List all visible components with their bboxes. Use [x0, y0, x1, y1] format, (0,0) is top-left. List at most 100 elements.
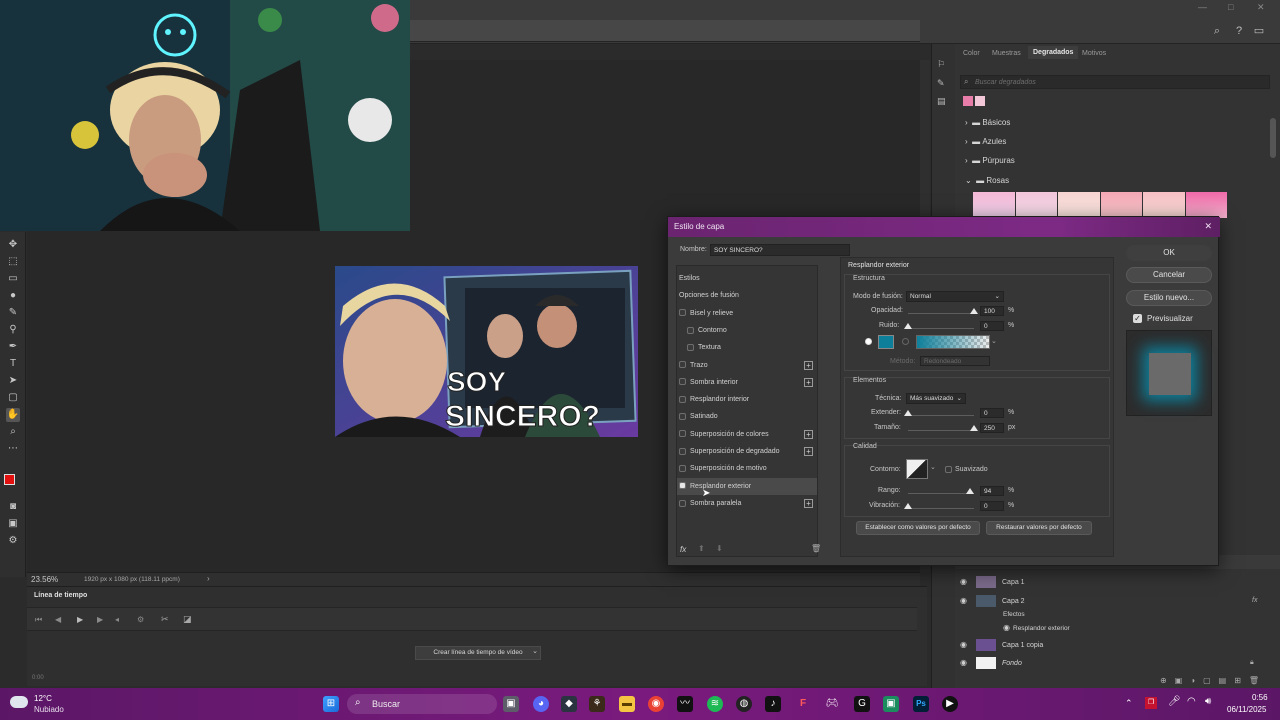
- app-icon[interactable]: ▣: [883, 696, 899, 712]
- noise-slider[interactable]: [908, 328, 974, 329]
- cancel-button[interactable]: Cancelar: [1126, 267, 1212, 283]
- media-play-icon[interactable]: ▶: [942, 696, 958, 712]
- more-icon[interactable]: ⋯: [6, 442, 20, 456]
- gradient-radio[interactable]: [902, 338, 909, 345]
- style-item[interactable]: Trazo +: [677, 357, 817, 374]
- size-input[interactable]: 250: [980, 423, 1004, 433]
- style-checkbox[interactable]: [679, 464, 686, 472]
- set-default-button[interactable]: Establecer como valores por defecto: [856, 521, 980, 535]
- tab-swatches[interactable]: Muestras: [992, 50, 1021, 57]
- style-item[interactable]: Superposición de degradado +: [677, 443, 817, 460]
- tab-patterns[interactable]: Motivos: [1082, 50, 1106, 57]
- style-item[interactable]: Superposición de colores +: [677, 426, 817, 443]
- blend-mode-select[interactable]: Normal ⌄: [906, 291, 1004, 302]
- add-style-icon[interactable]: +: [804, 447, 813, 456]
- status-arrow-icon[interactable]: ›: [207, 574, 210, 583]
- style-item[interactable]: Textura: [677, 339, 817, 356]
- foreground-color-swatch[interactable]: [4, 474, 15, 485]
- move-down-icon[interactable]: ⬇: [716, 544, 723, 553]
- maximize-button[interactable]: □: [1228, 2, 1233, 12]
- screen-mode-icon[interactable]: ▣: [6, 517, 20, 531]
- document-tab-strip[interactable]: [410, 20, 920, 42]
- tab-gradients[interactable]: Degradados: [1028, 46, 1079, 59]
- create-video-timeline-button[interactable]: Crear línea de tiempo de vídeo: [415, 646, 541, 660]
- stamp-icon[interactable]: ⚲: [6, 323, 20, 337]
- settings-gear-icon[interactable]: ⚙: [137, 615, 144, 624]
- help-icon[interactable]: ?: [1232, 24, 1246, 38]
- style-item[interactable]: Resplandor interior: [677, 391, 817, 408]
- folder-azules[interactable]: › ▬ Azules: [965, 135, 1006, 149]
- style-checkbox[interactable]: [679, 447, 686, 455]
- crop-icon[interactable]: ●: [6, 289, 20, 303]
- discord-icon[interactable]: ◕: [533, 696, 549, 712]
- photoshop-icon[interactable]: Ps: [913, 696, 929, 712]
- app-icon[interactable]: ⚘: [589, 696, 605, 712]
- chevron-down-icon[interactable]: ⌄: [930, 463, 936, 471]
- volume-icon[interactable]: 🔊︎: [1205, 696, 1211, 707]
- workspace-icon[interactable]: ▭: [1252, 24, 1266, 38]
- eye-icon[interactable]: ◉: [960, 573, 970, 591]
- spread-slider[interactable]: [908, 415, 974, 416]
- brush-settings-icon[interactable]: ✎: [937, 78, 945, 89]
- gradient-swatch[interactable]: [973, 192, 1016, 218]
- rectangle-icon[interactable]: ▢: [6, 391, 20, 405]
- taskbar-search-input[interactable]: ⌕ Buscar: [347, 694, 497, 714]
- eyedropper-icon[interactable]: ✎: [6, 306, 20, 320]
- style-checkbox[interactable]: [679, 395, 686, 403]
- spotify-icon[interactable]: ≋: [707, 696, 723, 712]
- size-slider-knob[interactable]: [970, 425, 978, 431]
- zoom-icon[interactable]: ⌕: [6, 425, 20, 439]
- fx-menu-button[interactable]: fx: [680, 545, 686, 554]
- style-checkbox[interactable]: [687, 326, 694, 334]
- task-view-icon[interactable]: ▣: [503, 696, 519, 712]
- marquee-icon[interactable]: ⬚: [6, 255, 20, 269]
- cloud-icon[interactable]: [10, 696, 28, 708]
- style-item[interactable]: Sombra interior +: [677, 374, 817, 391]
- lasso-icon[interactable]: ▭: [6, 272, 20, 286]
- new-style-button[interactable]: Estilo nuevo...: [1126, 290, 1212, 306]
- reset-default-button[interactable]: Restaurar valores por defecto: [986, 521, 1092, 535]
- style-item[interactable]: Opciones de fusión: [677, 287, 817, 304]
- style-name-input[interactable]: SOY SINCERO?: [710, 244, 850, 256]
- layers-footer-icons[interactable]: ⊕▣◑▢▤⊞🗑︎: [1160, 676, 1267, 685]
- close-window-button[interactable]: ✕: [1257, 2, 1265, 13]
- next-frame-icon[interactable]: ▶: [97, 615, 103, 624]
- technique-select[interactable]: Más suavizado ⌄: [906, 393, 966, 404]
- recent-gradient-swatch[interactable]: [975, 96, 985, 106]
- solid-color-radio[interactable]: [865, 338, 872, 345]
- first-frame-icon[interactable]: ⏮: [35, 615, 42, 625]
- style-checkbox[interactable]: [679, 482, 686, 490]
- eye-icon[interactable]: ◉: [960, 592, 970, 610]
- quick-mask-icon[interactable]: ◙: [6, 500, 20, 514]
- range-slider[interactable]: [908, 493, 974, 494]
- glow-color-swatch[interactable]: [878, 335, 894, 349]
- gradient-swatch[interactable]: [1143, 192, 1186, 218]
- style-item[interactable]: Sombra paralela +: [677, 495, 817, 512]
- jitter-input[interactable]: 0: [980, 501, 1004, 511]
- play-icon[interactable]: ▶: [77, 615, 83, 624]
- style-item[interactable]: Contorno: [677, 322, 817, 339]
- folder-purpuras[interactable]: › ▬ Púrpuras: [965, 154, 1015, 168]
- prev-frame-icon[interactable]: ◀: [55, 615, 61, 624]
- style-item[interactable]: Bisel y relieve: [677, 305, 817, 322]
- history-icon[interactable]: ⚐: [937, 59, 945, 70]
- add-style-icon[interactable]: +: [804, 360, 813, 370]
- style-checkbox[interactable]: [679, 430, 686, 438]
- minimize-button[interactable]: —: [1198, 2, 1207, 12]
- file-explorer-icon[interactable]: ▬: [619, 696, 635, 712]
- spread-input[interactable]: 0: [980, 408, 1004, 418]
- style-item[interactable]: Superposición de motivo: [677, 460, 817, 477]
- transition-icon[interactable]: ◪: [183, 614, 192, 625]
- timeline-title[interactable]: Línea de tiempo: [34, 592, 87, 599]
- document-thumbnail-image[interactable]: SOY SINCERO?: [335, 266, 638, 437]
- obs-icon[interactable]: ◍: [736, 696, 752, 712]
- app-icon[interactable]: G: [854, 696, 870, 712]
- recent-gradient-swatch[interactable]: [963, 96, 973, 106]
- wifi-icon[interactable]: ◠: [1187, 696, 1196, 707]
- spread-slider-knob[interactable]: [904, 410, 912, 416]
- layer-row[interactable]: ◉ Capa 1 copia: [960, 636, 1270, 654]
- jitter-slider-knob[interactable]: [904, 503, 912, 509]
- add-style-icon[interactable]: +: [804, 377, 813, 387]
- delete-icon[interactable]: 🗑︎: [811, 544, 821, 553]
- style-item[interactable]: Resplandor exterior: [677, 477, 817, 495]
